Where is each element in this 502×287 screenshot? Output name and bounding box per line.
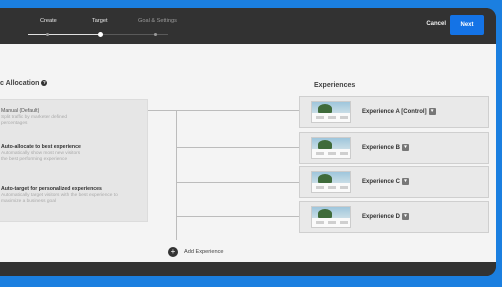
allocation-option-auto-target[interactable]: Auto-target for personalized experiences…: [1, 186, 141, 205]
experience-card-d[interactable]: Experience D ▾: [299, 201, 489, 233]
step-dot-create: [46, 33, 49, 36]
step-create[interactable]: Create: [40, 18, 57, 24]
allocation-option-manual[interactable]: Manual (Default) Split traffic by market…: [1, 108, 141, 127]
experience-thumbnail: [311, 206, 351, 228]
bottom-bar: [0, 262, 496, 276]
experiences-heading: Experiences: [314, 82, 356, 89]
connector-line: [176, 147, 299, 148]
allocation-option-title: Auto-target for personalized experiences: [1, 186, 102, 192]
connector-line: [148, 110, 299, 111]
cancel-button[interactable]: Cancel: [426, 21, 446, 27]
experience-thumbnail: [311, 137, 351, 159]
connector-line: [176, 216, 299, 217]
info-icon[interactable]: ?: [41, 80, 48, 87]
chevron-down-icon[interactable]: ▾: [402, 144, 410, 151]
experience-name: Experience D ▾: [362, 213, 410, 220]
experience-card-b[interactable]: Experience B ▾: [299, 132, 489, 164]
experience-thumbnail: [311, 171, 351, 193]
app-window: Create Target Goal & Settings Cancel Nex…: [0, 8, 496, 276]
allocation-option-auto-allocate[interactable]: Auto-allocate to best experience Automat…: [1, 144, 141, 163]
step-target[interactable]: Target: [92, 18, 108, 24]
top-bar: Create Target Goal & Settings Cancel Nex…: [0, 8, 496, 44]
step-dot-target: [98, 32, 103, 37]
add-experience-button[interactable]: + Add Experience: [168, 247, 224, 257]
main-content: c Allocation? Manual (Default) Split tra…: [0, 44, 496, 262]
allocation-heading: c Allocation?: [0, 80, 48, 87]
experience-card-a[interactable]: Experience A [Control] ▾: [299, 96, 489, 128]
step-dot-goal: [154, 33, 157, 36]
chevron-down-icon[interactable]: ▾: [402, 178, 410, 185]
allocation-title: c Allocation: [0, 80, 40, 87]
experience-name: Experience C ▾: [362, 178, 410, 185]
step-progress-remaining: [98, 34, 168, 35]
step-goal-settings[interactable]: Goal & Settings: [138, 18, 177, 24]
next-button[interactable]: Next: [450, 15, 484, 35]
experience-name: Experience A [Control] ▾: [362, 108, 436, 115]
step-progress-done: [28, 34, 98, 35]
corner-decoration: [484, 269, 502, 287]
add-experience-label: Add Experience: [184, 249, 224, 255]
connector-line: [176, 110, 177, 240]
experience-card-c[interactable]: Experience C ▾: [299, 166, 489, 198]
allocation-option-desc: Split traffic by marketer defined percen…: [1, 115, 68, 126]
add-icon: +: [168, 247, 178, 257]
allocation-panel: Manual (Default) Split traffic by market…: [0, 99, 148, 222]
experience-name: Experience B ▾: [362, 144, 410, 151]
chevron-down-icon[interactable]: ▾: [402, 213, 410, 220]
allocation-option-desc: Automatically target visitors with the b…: [1, 193, 118, 204]
allocation-option-title: Auto-allocate to best experience: [1, 144, 81, 150]
chevron-down-icon[interactable]: ▾: [428, 108, 436, 115]
allocation-option-title: Manual (Default): [1, 108, 40, 114]
allocation-option-desc: Automatically show most new visitors the…: [1, 151, 81, 162]
experience-thumbnail: [311, 101, 351, 123]
connector-line: [176, 182, 299, 183]
